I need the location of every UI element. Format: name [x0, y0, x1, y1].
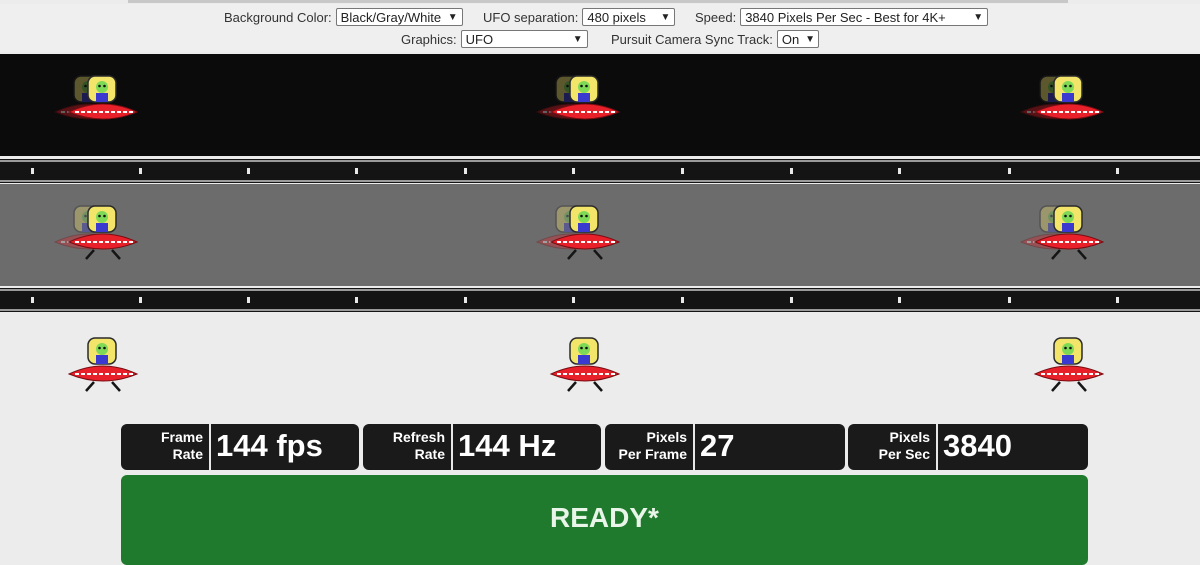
- graphics-label: Graphics:: [401, 31, 457, 47]
- pursuit-sync-track: [0, 288, 1200, 312]
- graphics-value: UFO: [465, 31, 494, 47]
- ufo-icon: [68, 205, 138, 261]
- frame-rate-label: Frame Rate: [121, 429, 203, 463]
- stat-label-line: Rate: [172, 446, 203, 462]
- speed-control: Speed: 3840 Pixels Per Sec - Best for 4K…: [695, 8, 989, 26]
- ufo-separation-label: UFO separation:: [483, 9, 579, 25]
- speed-value: 3840 Pixels Per Sec - Best for 4K+: [745, 9, 946, 25]
- stat-label-line: Pixels: [889, 429, 930, 445]
- chevron-down-icon: ▼: [660, 11, 671, 23]
- controls-panel: Background Color: Black/Gray/White ▼ UFO…: [0, 4, 1200, 52]
- top-divider: [128, 0, 1068, 3]
- stat-divider: [451, 424, 453, 470]
- chevron-down-icon: ▼: [805, 33, 816, 45]
- refresh-rate-label: Refresh Rate: [363, 429, 445, 463]
- ufo-separation-value: 480 pixels: [587, 9, 646, 25]
- ufo-icon: [68, 75, 138, 120]
- stat-label-line: Per Frame: [618, 446, 687, 462]
- background-color-select[interactable]: Black/Gray/White ▼: [335, 8, 463, 26]
- ufo-icon: [550, 337, 620, 393]
- pursuit-camera-control: Pursuit Camera Sync Track: On ▼: [611, 30, 819, 48]
- stat-divider: [693, 424, 695, 470]
- stat-label-line: Rate: [414, 446, 445, 462]
- ufo-separation-select[interactable]: 480 pixels ▼: [582, 8, 676, 26]
- stat-label-line: Frame: [160, 429, 203, 445]
- pursuit-camera-select[interactable]: On ▼: [776, 30, 819, 48]
- frame-rate-value: 144 fps: [216, 428, 323, 463]
- chevron-down-icon: ▼: [447, 11, 458, 23]
- stat-divider: [936, 424, 938, 470]
- chevron-down-icon: ▼: [572, 33, 583, 45]
- background-color-control: Background Color: Black/Gray/White ▼: [224, 8, 463, 26]
- ufo-icon: [1034, 75, 1104, 120]
- ufo-icon: [68, 337, 138, 393]
- pixels-per-frame-stat: Pixels Per Frame 27: [605, 424, 845, 470]
- stat-divider: [209, 424, 211, 470]
- pursuit-sync-track: [0, 159, 1200, 183]
- ufo-icon: [550, 75, 620, 120]
- refresh-rate-stat: Refresh Rate 144 Hz: [363, 424, 601, 470]
- pixels-per-sec-stat: Pixels Per Sec 3840: [848, 424, 1088, 470]
- graphics-select[interactable]: UFO ▼: [460, 30, 588, 48]
- stat-label-line: Per Sec: [878, 446, 930, 462]
- ufo-icon: [1034, 205, 1104, 261]
- ufo-separation-control: UFO separation: 480 pixels ▼: [483, 8, 676, 26]
- stat-label-line: Pixels: [646, 429, 687, 445]
- gray-background-lane: [0, 184, 1200, 286]
- pixels-per-sec-label: Pixels Per Sec: [848, 429, 930, 463]
- background-color-value: Black/Gray/White: [340, 9, 442, 25]
- chevron-down-icon: ▼: [973, 11, 984, 23]
- pursuit-camera-value: On: [781, 31, 800, 47]
- black-background-lane: [0, 54, 1200, 156]
- pixels-per-sec-value: 3840: [943, 428, 1012, 463]
- stat-label-line: Refresh: [392, 429, 445, 445]
- frame-rate-stat: Frame Rate 144 fps: [121, 424, 359, 470]
- background-color-label: Background Color:: [224, 9, 332, 25]
- pursuit-camera-label: Pursuit Camera Sync Track:: [611, 31, 773, 47]
- ready-status-banner: READY*: [121, 475, 1088, 565]
- graphics-control: Graphics: UFO ▼: [401, 30, 588, 48]
- speed-label: Speed:: [695, 9, 737, 25]
- ufo-icon: [1034, 337, 1104, 393]
- white-background-lane: [0, 316, 1200, 420]
- pixels-per-frame-label: Pixels Per Frame: [605, 429, 687, 463]
- speed-select[interactable]: 3840 Pixels Per Sec - Best for 4K+ ▼: [740, 8, 989, 26]
- pixels-per-frame-value: 27: [700, 428, 735, 463]
- ufo-icon: [550, 205, 620, 261]
- refresh-rate-value: 144 Hz: [458, 428, 557, 463]
